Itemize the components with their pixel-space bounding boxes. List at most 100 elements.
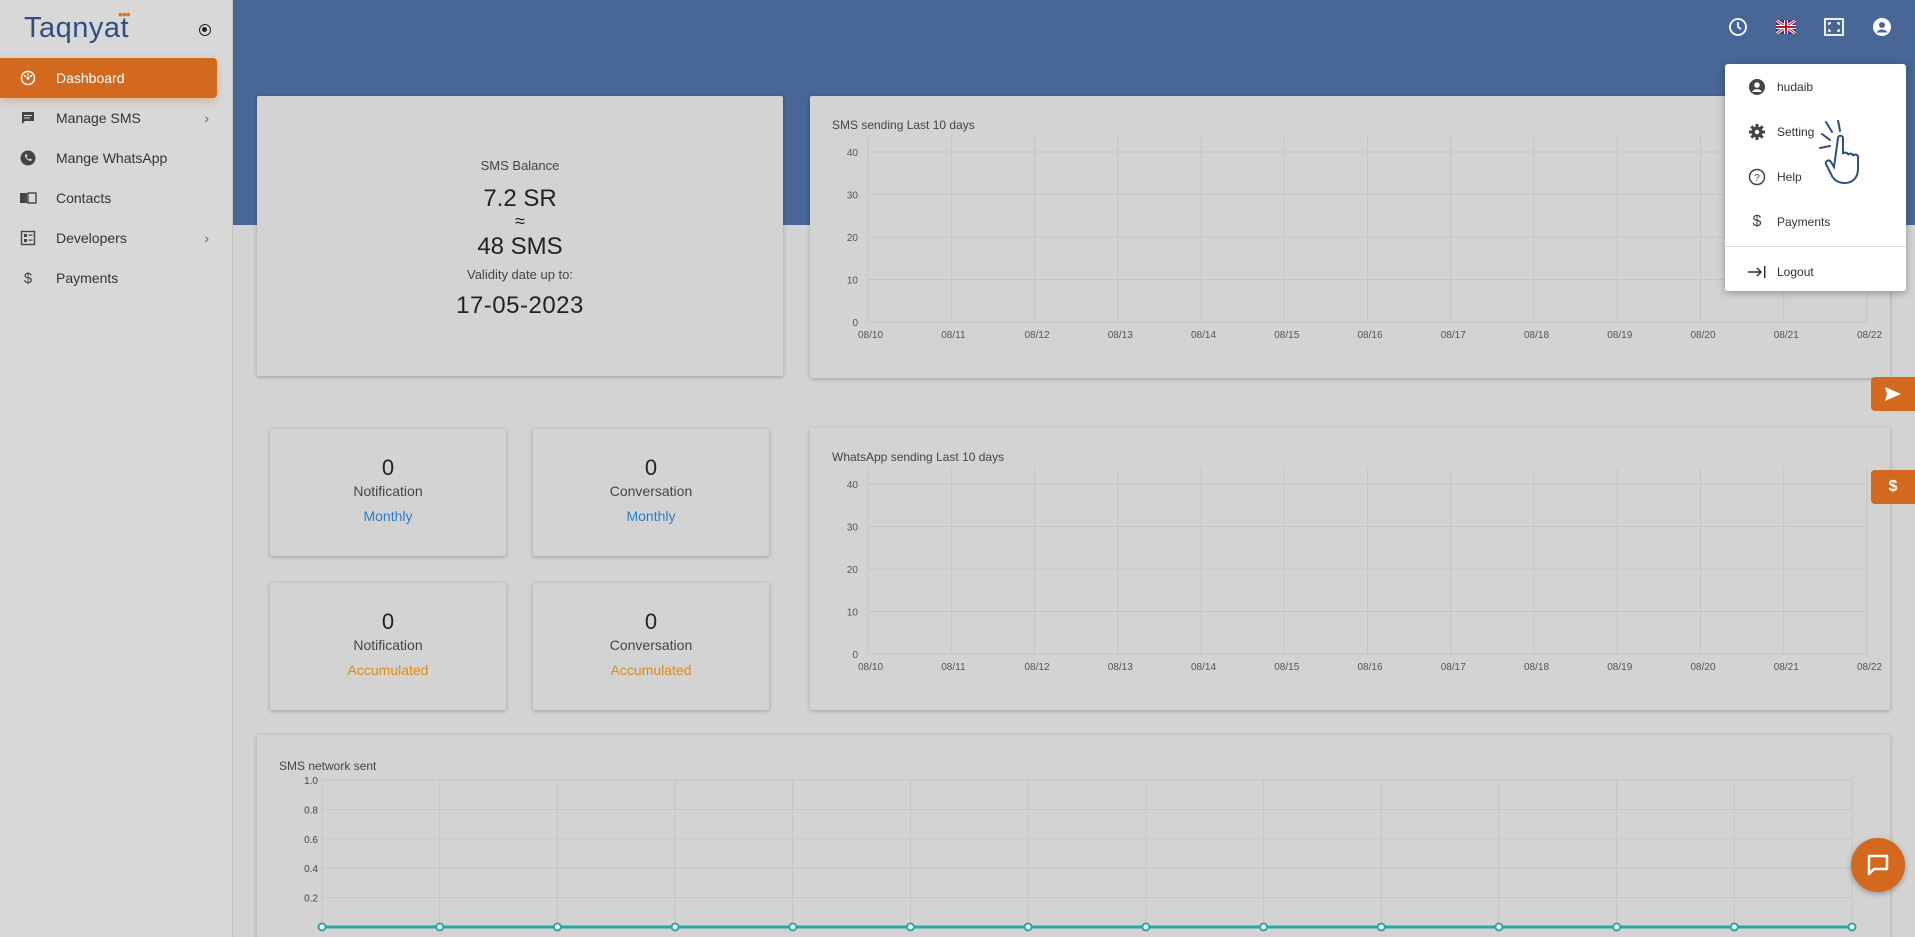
x-tick-label: 08/12 (1025, 662, 1050, 673)
chevron-right-icon: › (204, 110, 209, 126)
payment-float-button[interactable]: $ (1871, 470, 1915, 504)
uk-flag-icon[interactable] (1775, 16, 1797, 38)
dropdown-item-label: Logout (1777, 264, 1814, 279)
sidebar-item-label: Dashboard (56, 70, 125, 86)
y-tick-label: 0.6 (304, 835, 318, 846)
dropdown-item-label: hudaib (1777, 79, 1814, 94)
stat-label: Notification (353, 483, 423, 499)
account-icon[interactable] (1871, 16, 1893, 38)
x-tick-label: 08/20 (1691, 330, 1716, 341)
balance-approx: ≈ (515, 211, 525, 231)
chevron-right-icon: › (204, 230, 209, 246)
clock-icon[interactable] (1727, 16, 1749, 38)
data-point (1847, 922, 1857, 932)
y-tick-label: 20 (847, 233, 859, 244)
x-tick-label: 08/13 (1108, 662, 1133, 673)
stat-card-conversation-accumulated: 0 Conversation Accumulated (533, 583, 769, 710)
x-tick-label: 08/14 (1191, 662, 1216, 673)
sidebar-item-manage-sms[interactable]: Manage SMS › (0, 98, 233, 138)
y-tick-label: 0 (852, 318, 858, 329)
data-point (435, 922, 445, 932)
x-tick-label: 08/16 (1358, 330, 1383, 341)
account-icon (1747, 77, 1767, 97)
data-point (670, 922, 680, 932)
y-tick-label: 30 (847, 523, 859, 534)
sidebar-item-label: Developers (56, 230, 127, 246)
balance-sr: 7.2 SR (483, 185, 557, 212)
dropdown-item-logout[interactable]: Logout (1725, 249, 1906, 294)
stat-period: Monthly (363, 508, 413, 524)
sidebar-item-dashboard[interactable]: Dashboard (0, 58, 217, 98)
stat-card-conversation-monthly: 0 Conversation Monthly (533, 429, 769, 556)
data-point (317, 922, 327, 932)
brand-logo-dots: ••• (118, 6, 131, 22)
x-tick-label: 08/11 (941, 330, 966, 341)
stat-label: Conversation (609, 637, 693, 653)
data-point (1141, 922, 1151, 932)
sidebar-item-whatsapp[interactable]: Mange WhatsApp (0, 138, 233, 178)
stat-value: 0 (644, 609, 658, 634)
stat-card-notification-accumulated: 0 Notification Accumulated (270, 583, 506, 710)
sidebar-item-contacts[interactable]: Contacts (0, 178, 233, 218)
x-tick-label: 08/13 (1108, 330, 1133, 341)
sidebar-item-developers[interactable]: Developers › (0, 218, 233, 258)
y-tick-label: 10 (847, 608, 859, 619)
chat-icon (1867, 854, 1889, 876)
data-point (1376, 922, 1386, 932)
validity-date: 17-05-2023 (456, 292, 584, 319)
validity-label: Validity date up to: (467, 267, 573, 282)
data-point (1023, 922, 1033, 932)
sidebar: Taqnyat ••• Dashboard Manage SMS › Mange… (0, 0, 233, 937)
stat-card-notification-monthly: 0 Notification Monthly (270, 429, 506, 556)
send-float-button[interactable] (1871, 377, 1915, 411)
sidebar-toggle-icon[interactable] (199, 24, 211, 36)
y-tick-label: 1.0 (304, 776, 318, 787)
dropdown-item-label: Help (1777, 169, 1802, 184)
stat-label: Conversation (609, 483, 693, 499)
x-tick-label: 08/20 (1691, 662, 1716, 673)
data-point (788, 922, 798, 932)
dollar-icon: $ (23, 269, 33, 287)
dropdown-item-payments[interactable]: $ Payments (1725, 199, 1906, 244)
sidebar-item-label: Mange WhatsApp (56, 150, 168, 166)
network-chart-svg: 1.0 0.8 0.6 0.4 0.2 (304, 776, 1857, 932)
whatsapp-icon (19, 150, 37, 166)
x-tick-label: 08/22 (1857, 330, 1882, 341)
y-tick-label: 30 (847, 191, 859, 202)
dropdown-item-user[interactable]: hudaib (1725, 64, 1906, 109)
fullscreen-icon[interactable] (1823, 16, 1845, 38)
help-icon: ? (1747, 167, 1767, 187)
brand-logo[interactable]: Taqnyat (24, 12, 129, 45)
sidebar-item-payments[interactable]: $ Payments (0, 258, 233, 298)
dropdown-item-label: Payments (1777, 214, 1831, 229)
x-tick-label: 08/17 (1441, 330, 1466, 341)
x-tick-label: 08/19 (1607, 330, 1632, 341)
y-tick-label: 0.4 (304, 864, 318, 875)
x-tick-label: 08/15 (1274, 330, 1299, 341)
contacts-icon (19, 190, 37, 206)
y-tick-label: 20 (847, 565, 859, 576)
x-tick-label: 08/21 (1774, 662, 1799, 673)
sidebar-item-label: Manage SMS (56, 110, 141, 126)
header-icons (1727, 16, 1893, 38)
x-tick-label: 08/18 (1524, 662, 1549, 673)
svg-text:?: ? (1754, 173, 1760, 184)
y-tick-label: 0.8 (304, 805, 318, 816)
whatsapp-sending-chart: WhatsApp sending Last 10 days 08/10 08/11… (810, 428, 1890, 710)
sidebar-item-label: Contacts (56, 190, 112, 206)
x-tick-label: 08/18 (1524, 330, 1549, 341)
data-point (1612, 922, 1622, 932)
stat-value: 0 (644, 455, 658, 480)
x-tick-label: 08/10 (858, 330, 883, 341)
y-tick-label: 40 (847, 148, 859, 159)
dropdown-divider (1725, 246, 1906, 247)
gear-icon (1747, 122, 1767, 142)
sms-balance-card: SMS Balance 7.2 SR ≈ 48 SMS Validity dat… (257, 96, 783, 376)
y-tick-label: 0 (852, 650, 858, 661)
stat-period: Monthly (626, 508, 676, 524)
x-tick-label: 08/14 (1191, 330, 1216, 341)
x-tick-label: 08/10 (858, 662, 883, 673)
chat-button[interactable] (1851, 838, 1905, 892)
x-tick-label: 08/12 (1025, 330, 1050, 341)
stat-label: Notification (353, 637, 423, 653)
